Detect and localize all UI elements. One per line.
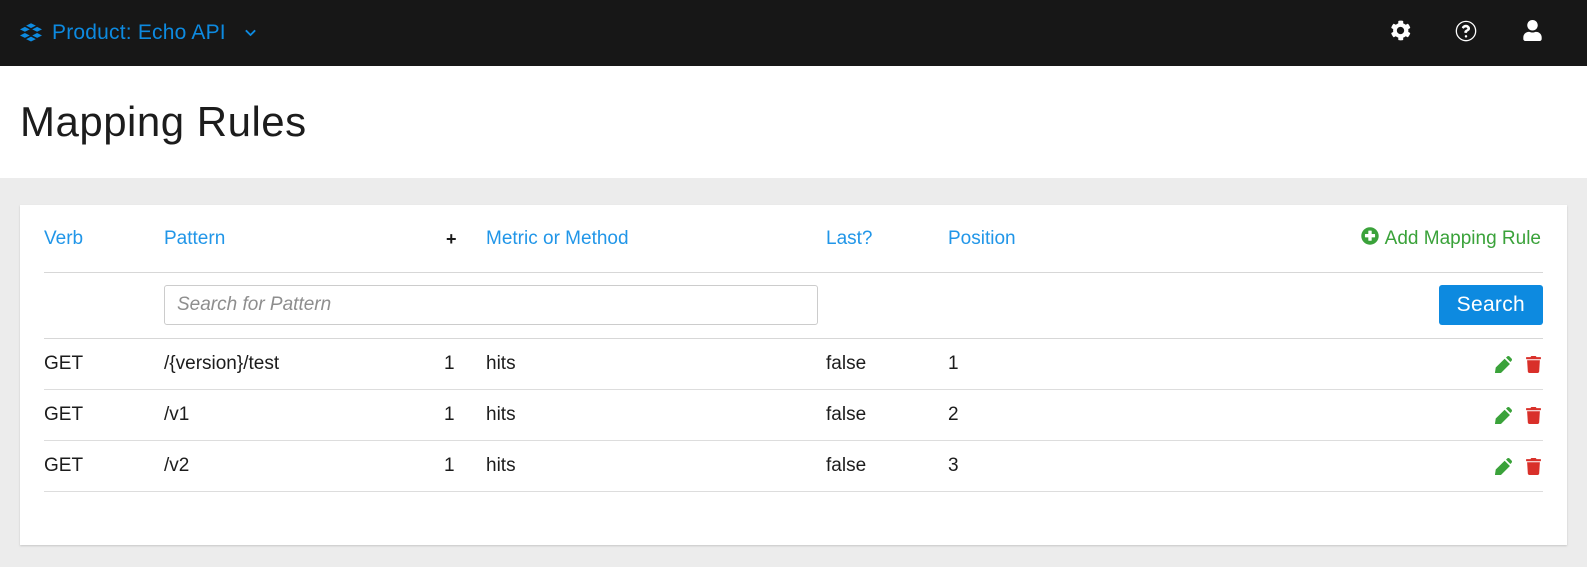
cell-plus: 1 — [444, 441, 486, 492]
sort-link-pattern[interactable]: Pattern — [164, 228, 225, 249]
cell-pattern: /v2 — [164, 441, 444, 492]
cell-position: 2 — [948, 390, 1248, 441]
cell-metric: hits — [486, 390, 826, 441]
cell-plus: 1 — [444, 390, 486, 441]
table-header: Verb Pattern + Metric or Method Last? Po… — [44, 205, 1543, 273]
cell-verb: GET — [44, 390, 164, 441]
edit-button[interactable] — [1495, 458, 1512, 475]
pencil-icon — [1495, 356, 1512, 373]
cell-position: 1 — [948, 339, 1248, 390]
cell-verb: GET — [44, 339, 164, 390]
cell-actions — [1248, 390, 1543, 441]
column-header-verb: Verb — [44, 205, 164, 273]
delete-button[interactable] — [1526, 458, 1541, 475]
settings-button[interactable] — [1367, 0, 1433, 66]
trash-icon — [1526, 356, 1541, 373]
pencil-icon — [1495, 458, 1512, 475]
column-header-last: Last? — [826, 205, 948, 273]
sort-link-position[interactable]: Position — [948, 228, 1016, 249]
delete-button[interactable] — [1526, 356, 1541, 373]
add-mapping-rule-label: Add Mapping Rule — [1385, 228, 1541, 250]
mapping-rules-card: Verb Pattern + Metric or Method Last? Po… — [20, 205, 1567, 545]
top-bar-actions — [1367, 0, 1587, 66]
edit-button[interactable] — [1495, 407, 1512, 424]
cell-position: 3 — [948, 441, 1248, 492]
cell-metric: hits — [486, 441, 826, 492]
cell-metric: hits — [486, 339, 826, 390]
search-button-cell: Search — [948, 273, 1543, 339]
page-title: Mapping Rules — [20, 101, 307, 143]
page-heading-band: Mapping Rules — [0, 66, 1587, 178]
cell-plus: 1 — [444, 339, 486, 390]
search-input[interactable] — [164, 285, 818, 325]
trash-icon — [1526, 458, 1541, 475]
table-row: GET /v1 1 hits false 2 — [44, 390, 1543, 441]
sort-link-last[interactable]: Last? — [826, 228, 872, 249]
plus-circle-icon — [1361, 227, 1379, 251]
column-header-plus: + — [444, 205, 486, 273]
delete-button[interactable] — [1526, 407, 1541, 424]
table-row: GET /v2 1 hits false 3 — [44, 441, 1543, 492]
top-navigation-bar: Product: Echo API — [0, 0, 1587, 66]
search-row: Search — [44, 273, 1543, 339]
sort-link-verb[interactable]: Verb — [44, 228, 83, 249]
sort-link-metric[interactable]: Metric or Method — [486, 228, 629, 249]
gear-icon — [1390, 20, 1411, 46]
table-body: GET /{version}/test 1 hits false 1 — [44, 339, 1543, 492]
search-input-cell — [164, 273, 948, 339]
column-header-actions: Add Mapping Rule — [1248, 205, 1543, 273]
cell-actions — [1248, 441, 1543, 492]
cell-last: false — [826, 441, 948, 492]
question-circle-icon — [1455, 20, 1477, 47]
cell-verb: GET — [44, 441, 164, 492]
account-button[interactable] — [1499, 0, 1565, 66]
mapping-rules-table: Verb Pattern + Metric or Method Last? Po… — [44, 205, 1543, 492]
add-mapping-rule-button[interactable]: Add Mapping Rule — [1361, 227, 1541, 251]
product-selector[interactable]: Product: Echo API — [20, 21, 259, 45]
search-row-spacer — [44, 273, 164, 339]
search-button[interactable]: Search — [1439, 285, 1543, 325]
product-name-label: Product: Echo API — [52, 21, 226, 45]
column-header-pattern: Pattern — [164, 205, 444, 273]
edit-button[interactable] — [1495, 356, 1512, 373]
cell-pattern: /{version}/test — [164, 339, 444, 390]
pencil-icon — [1495, 407, 1512, 424]
help-button[interactable] — [1433, 0, 1499, 66]
column-header-position: Position — [948, 205, 1248, 273]
column-header-metric: Metric or Method — [486, 205, 826, 273]
trash-icon — [1526, 407, 1541, 424]
cell-last: false — [826, 339, 948, 390]
cubes-icon — [20, 23, 42, 43]
user-icon — [1523, 20, 1542, 46]
cell-last: false — [826, 390, 948, 441]
cell-pattern: /v1 — [164, 390, 444, 441]
table-search-section: Search — [44, 273, 1543, 339]
main-content: Verb Pattern + Metric or Method Last? Po… — [0, 178, 1587, 545]
table-row: GET /{version}/test 1 hits false 1 — [44, 339, 1543, 390]
table-header-row: Verb Pattern + Metric or Method Last? Po… — [44, 205, 1543, 273]
cell-actions — [1248, 339, 1543, 390]
chevron-down-icon — [242, 27, 259, 39]
